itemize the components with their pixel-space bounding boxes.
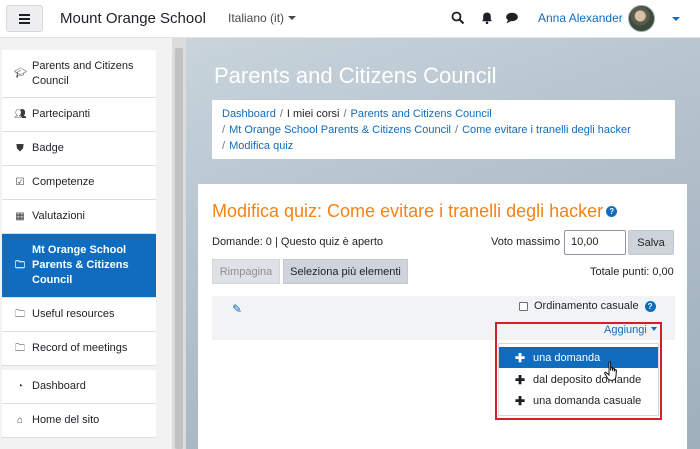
shuffle-label: Ordinamento casuale — [534, 300, 639, 312]
sidebar-item-home[interactable]: ⌂ Home del sito — [2, 404, 156, 438]
breadcrumb-item[interactable]: Dashboard — [222, 108, 276, 120]
breadcrumb-item: I miei corsi — [286, 108, 340, 120]
sidebar-scrollbar[interactable] — [172, 38, 186, 449]
shuffle-checkbox[interactable] — [519, 301, 528, 311]
max-grade-label: Voto massimo — [491, 236, 561, 248]
sidebar-item-badge[interactable]: ⛊ Badge — [2, 132, 156, 166]
menu-item-label: una domanda casuale — [533, 394, 642, 407]
sidebar-item-valutazioni[interactable]: ▦ Valutazioni — [2, 200, 156, 234]
sidebar-item-dashboard[interactable]: ◔ Dashboard — [2, 370, 156, 404]
menu-item-label: una domanda — [533, 351, 601, 364]
breadcrumb-item[interactable]: Come evitare i tranelli degli hacker — [462, 124, 631, 136]
page-title: Parents and Citizens Council — [214, 63, 497, 88]
site-brand[interactable]: Mount Orange School — [60, 10, 206, 27]
sidebar-item-label: Badge — [32, 142, 64, 154]
sidebar-item-partecipanti[interactable]: 👥︎ Partecipanti — [2, 98, 156, 132]
sidebar-item-course[interactable]: 🎓︎ Parents and Citizens Council — [2, 50, 156, 98]
sidebar-item-section-active[interactable]: 🗀 Mt Orange School Parents & Citizens Co… — [2, 234, 156, 298]
folder-icon: 🗀 — [15, 309, 25, 320]
folder-icon: 🗀 — [15, 343, 25, 354]
breadcrumb: Dashboard / I miei corsi / Parents and Citiz… — [212, 100, 675, 159]
plus-icon: ✚ — [515, 350, 526, 365]
sidebar-item-label: Mt Orange School Parents & Citizens Coun… — [32, 244, 129, 286]
bell-icon[interactable] — [480, 11, 494, 25]
sidebar-item-label: Partecipanti — [32, 108, 91, 120]
search-icon[interactable] — [451, 11, 465, 25]
language-menu[interactable]: Italiano (it) — [228, 11, 297, 25]
hand-cursor-icon — [604, 361, 617, 381]
sidebar-item-useful-resources[interactable]: 🗀 Useful resources — [2, 298, 156, 332]
sidebar-item-label: Competenze — [32, 176, 95, 188]
hamburger-icon — [19, 17, 30, 20]
plus-icon: ✚ — [515, 393, 526, 408]
chevron-down-icon[interactable] — [672, 17, 680, 21]
menu-toggle-button[interactable] — [6, 5, 43, 32]
sidebar-item-label: Dashboard — [32, 380, 86, 392]
check-square-icon: ☑ — [15, 177, 25, 188]
sidebar-item-label: Useful resources — [32, 308, 115, 320]
table-icon: ▦ — [15, 211, 25, 222]
breadcrumb-item[interactable]: Modifica quiz — [229, 140, 293, 152]
shuffle-option[interactable]: Ordinamento casuale ? — [519, 300, 656, 312]
help-icon[interactable]: ? — [606, 206, 618, 217]
chat-icon[interactable] — [505, 11, 519, 25]
shield-icon: ⛊ — [16, 143, 24, 154]
max-grade-input[interactable]: 10,00 — [564, 230, 626, 255]
language-label: Italiano (it) — [228, 11, 285, 25]
graduation-cap-icon: 🎓︎ — [14, 68, 27, 79]
user-name[interactable]: Anna Alexander — [538, 11, 623, 25]
add-dropdown-menu: ✚ una domanda ✚ dal deposito domande ✚ una … — [498, 343, 659, 416]
sidebar: 🎓︎ Parents and Citizens Council 👥︎ Parte… — [0, 38, 172, 449]
pencil-icon[interactable]: ✎ — [232, 302, 242, 316]
top-navbar: Mount Orange School Italiano (it) Anna A… — [0, 0, 700, 38]
sidebar-item-label: Home del sito — [32, 414, 100, 426]
add-random-question-item[interactable]: ✚ una domanda casuale — [499, 390, 658, 411]
users-icon: 👥︎ — [14, 109, 27, 120]
repaginate-button[interactable]: Rimpagina — [212, 259, 280, 284]
breadcrumb-item[interactable]: Parents and Citizens Council — [351, 108, 492, 120]
help-icon[interactable]: ? — [644, 300, 656, 312]
folder-icon: 🗀 — [15, 260, 25, 271]
add-from-bank-item[interactable]: ✚ dal deposito domande — [499, 369, 658, 390]
home-icon: ⌂ — [16, 415, 24, 426]
sidebar-item-label: Parents and Citizens Council — [32, 59, 134, 87]
plus-icon: ✚ — [515, 372, 526, 387]
add-question-item[interactable]: ✚ una domanda — [499, 347, 658, 368]
quiz-title-text: Modifica quiz: Come evitare i tranelli d… — [212, 201, 604, 221]
quiz-title: Modifica quiz: Come evitare i tranelli d… — [212, 201, 618, 222]
select-multiple-button[interactable]: Seleziona più elementi — [283, 259, 408, 284]
quiz-info: Domande: 0 | Questo quiz è aperto — [212, 236, 384, 248]
total-marks: Totale punti: 0,00 — [590, 266, 674, 278]
dashboard-icon: ◔ — [16, 381, 24, 392]
chevron-down-icon — [288, 16, 297, 20]
breadcrumb-item[interactable]: Mt Orange School Parents & Citizens Coun… — [229, 124, 451, 136]
menu-item-label: dal deposito domande — [533, 373, 642, 386]
sidebar-item-record-of-meetings[interactable]: 🗀 Record of meetings — [2, 332, 156, 366]
sidebar-item-label: Valutazioni — [32, 210, 85, 222]
sidebar-item-competenze[interactable]: ☑ Competenze — [2, 166, 156, 200]
scrollbar-thumb[interactable] — [175, 48, 183, 449]
sidebar-item-label: Record of meetings — [32, 342, 128, 354]
save-button[interactable]: Salva — [628, 230, 674, 255]
avatar[interactable] — [628, 5, 655, 32]
